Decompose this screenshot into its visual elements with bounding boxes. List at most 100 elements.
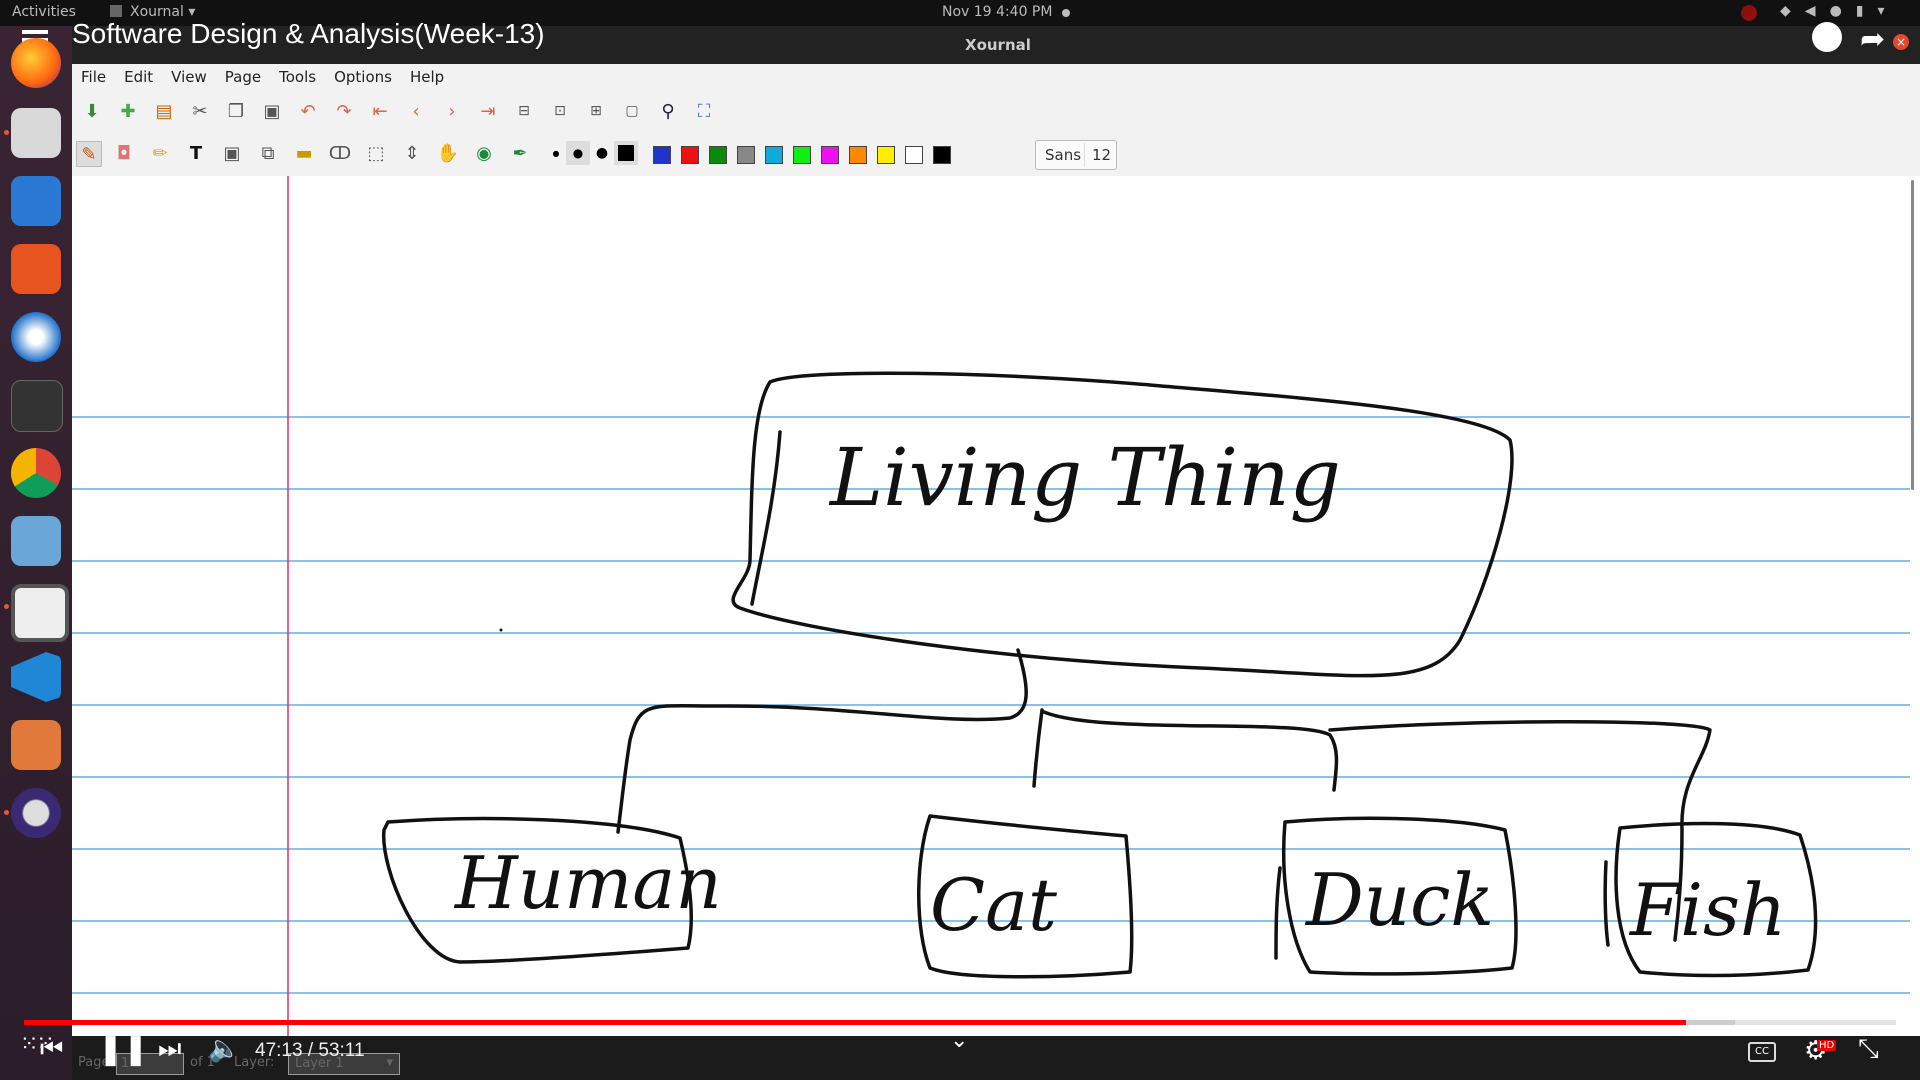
next-icon[interactable]: ⏭: [158, 1034, 181, 1065]
cut-icon[interactable]: ✂: [188, 99, 212, 123]
system-clock[interactable]: Nov 19 4:40 PM: [942, 4, 1052, 20]
vertical-space-icon[interactable]: ⇕: [400, 141, 424, 165]
color-swatch-lightgreen[interactable]: [793, 146, 811, 164]
terminal-icon[interactable]: [11, 380, 63, 432]
volume-icon: ◀: [1804, 3, 1816, 19]
default-pen-icon[interactable]: ✒: [508, 141, 532, 165]
new-file-icon[interactable]: ✚: [116, 99, 140, 123]
shape-recognizer-icon[interactable]: ⧉: [256, 141, 280, 165]
rect-select-icon[interactable]: ⬚: [364, 141, 388, 165]
font-size: 12: [1092, 146, 1112, 164]
thickness-thick-icon[interactable]: ●: [590, 141, 614, 165]
child-label-cat: Cat: [930, 863, 1058, 947]
menu-options[interactable]: Options: [325, 64, 401, 90]
youtube-menu-icon[interactable]: [22, 30, 48, 34]
color-swatch-orange[interactable]: [849, 146, 867, 164]
xournal-canvas[interactable]: Living Thing Human Cat Duck Fish: [72, 176, 1920, 1036]
share-icon[interactable]: ➦: [1860, 22, 1885, 57]
main-toolbar: ⬇ ✚ ▤ ✂ ❐ ▣ ↶ ↷ ⇤ ‹ › ⇥ ⊟ ⊡ ⊞ ▢ ⚲ ⛶: [72, 90, 1920, 132]
pause-icon[interactable]: ❚❚: [98, 1032, 148, 1067]
font-name: Sans: [1045, 146, 1082, 164]
activities-button[interactable]: Activities: [12, 4, 76, 20]
image-tool-icon[interactable]: ▣: [220, 141, 244, 165]
color-swatch-black[interactable]: [933, 146, 951, 164]
ruler-icon[interactable]: ▬: [292, 141, 316, 165]
thickness-fine-icon[interactable]: ●: [544, 141, 568, 165]
chevron-down-icon[interactable]: ⌄: [950, 1028, 968, 1053]
first-page-icon[interactable]: ⇤: [368, 99, 392, 123]
window-title: Xournal: [965, 36, 1031, 54]
color-swatch-white[interactable]: [905, 146, 923, 164]
color-swatch-lightblue[interactable]: [765, 146, 783, 164]
wifi-icon: ◆: [1780, 3, 1791, 19]
menu-view[interactable]: View: [162, 64, 216, 90]
close-icon[interactable]: ×: [1893, 34, 1909, 50]
color-swatch-magenta[interactable]: [821, 146, 839, 164]
video-progress-bar[interactable]: [24, 1020, 1896, 1025]
highlighter-icon[interactable]: ✏: [148, 141, 172, 165]
fullscreen-icon[interactable]: ⛶: [692, 99, 716, 123]
zoom-fit-icon[interactable]: ⊡: [548, 99, 572, 123]
thickness-medium-icon[interactable]: ●: [566, 141, 590, 165]
video-title[interactable]: Software Design & Analysis(Week-13): [72, 18, 545, 50]
color-swatch-green[interactable]: [709, 146, 727, 164]
previous-page-icon[interactable]: ‹: [404, 99, 428, 123]
zoom-out-icon[interactable]: ⊟: [512, 99, 536, 123]
text-tool-icon[interactable]: T: [184, 141, 208, 165]
undo-icon[interactable]: ↶: [296, 99, 320, 123]
previous-icon[interactable]: ⏮: [40, 1034, 63, 1065]
impress-icon[interactable]: [11, 720, 61, 770]
color-swatch-gray[interactable]: [737, 146, 755, 164]
color-swatch-blue[interactable]: [653, 146, 671, 164]
root-label: Living Thing: [828, 431, 1341, 524]
files-icon[interactable]: [11, 108, 61, 158]
open-file-icon[interactable]: ▤: [152, 99, 176, 123]
search-icon[interactable]: ⚲: [656, 99, 680, 123]
watch-later-icon[interactable]: [1812, 22, 1842, 52]
application-dock: [0, 26, 72, 1080]
lasso-select-icon[interactable]: ↀ: [328, 141, 352, 165]
menu-tools[interactable]: Tools: [270, 64, 325, 90]
default-tool-icon[interactable]: ◉: [472, 141, 496, 165]
font-button[interactable]: Sans 12: [1035, 140, 1117, 170]
system-tray[interactable]: ◆ ◀ ● ▮ ▾: [1780, 3, 1885, 19]
next-page-icon[interactable]: ›: [440, 99, 464, 123]
menu-file[interactable]: File: [72, 64, 115, 90]
color-swatch-red[interactable]: [681, 146, 699, 164]
last-page-icon[interactable]: ⇥: [476, 99, 500, 123]
hd-badge: HD: [1817, 1040, 1837, 1051]
xournal-small-icon: [110, 5, 122, 17]
recording-indicator-icon[interactable]: [1741, 5, 1757, 21]
hand-tool-icon[interactable]: ✋: [436, 141, 460, 165]
menu-help[interactable]: Help: [401, 64, 453, 90]
copy-icon[interactable]: ❐: [224, 99, 248, 123]
notification-dot-icon: [1062, 9, 1070, 17]
menu-page[interactable]: Page: [216, 64, 270, 90]
captions-icon[interactable]: CC: [1748, 1042, 1776, 1062]
color-current-black[interactable]: [614, 141, 638, 165]
vertical-scrollbar[interactable]: [1911, 180, 1914, 490]
time-display: 47:13 / 53:11: [255, 1040, 365, 1061]
redo-icon[interactable]: ↷: [332, 99, 356, 123]
writer-icon[interactable]: [11, 176, 61, 226]
thunderbird-icon[interactable]: [11, 312, 61, 362]
app-center-icon[interactable]: [11, 244, 61, 294]
eraser-icon[interactable]: ◘: [112, 141, 136, 165]
chrome-icon[interactable]: [11, 448, 61, 498]
xournal-icon[interactable]: [11, 584, 69, 642]
color-swatch-yellow[interactable]: [877, 146, 895, 164]
eclipse-icon[interactable]: [11, 788, 61, 838]
vscode-icon[interactable]: [11, 652, 61, 702]
pen-icon[interactable]: ✎: [76, 141, 102, 167]
firefox-icon[interactable]: [11, 38, 61, 88]
volume-icon[interactable]: 🔈: [208, 1034, 240, 1064]
zoom-normal-icon[interactable]: ⊞: [584, 99, 608, 123]
zoom-width-icon[interactable]: ▢: [620, 99, 644, 123]
exit-fullscreen-icon[interactable]: ⤡: [1858, 1034, 1879, 1065]
battery-icon: ▮: [1855, 3, 1864, 19]
save-icon[interactable]: ⬇: [80, 99, 104, 123]
paste-icon[interactable]: ▣: [260, 99, 284, 123]
chevron-down-icon: ▾: [1877, 3, 1885, 19]
screen-recorder-icon[interactable]: [11, 516, 61, 566]
menu-edit[interactable]: Edit: [115, 64, 162, 90]
